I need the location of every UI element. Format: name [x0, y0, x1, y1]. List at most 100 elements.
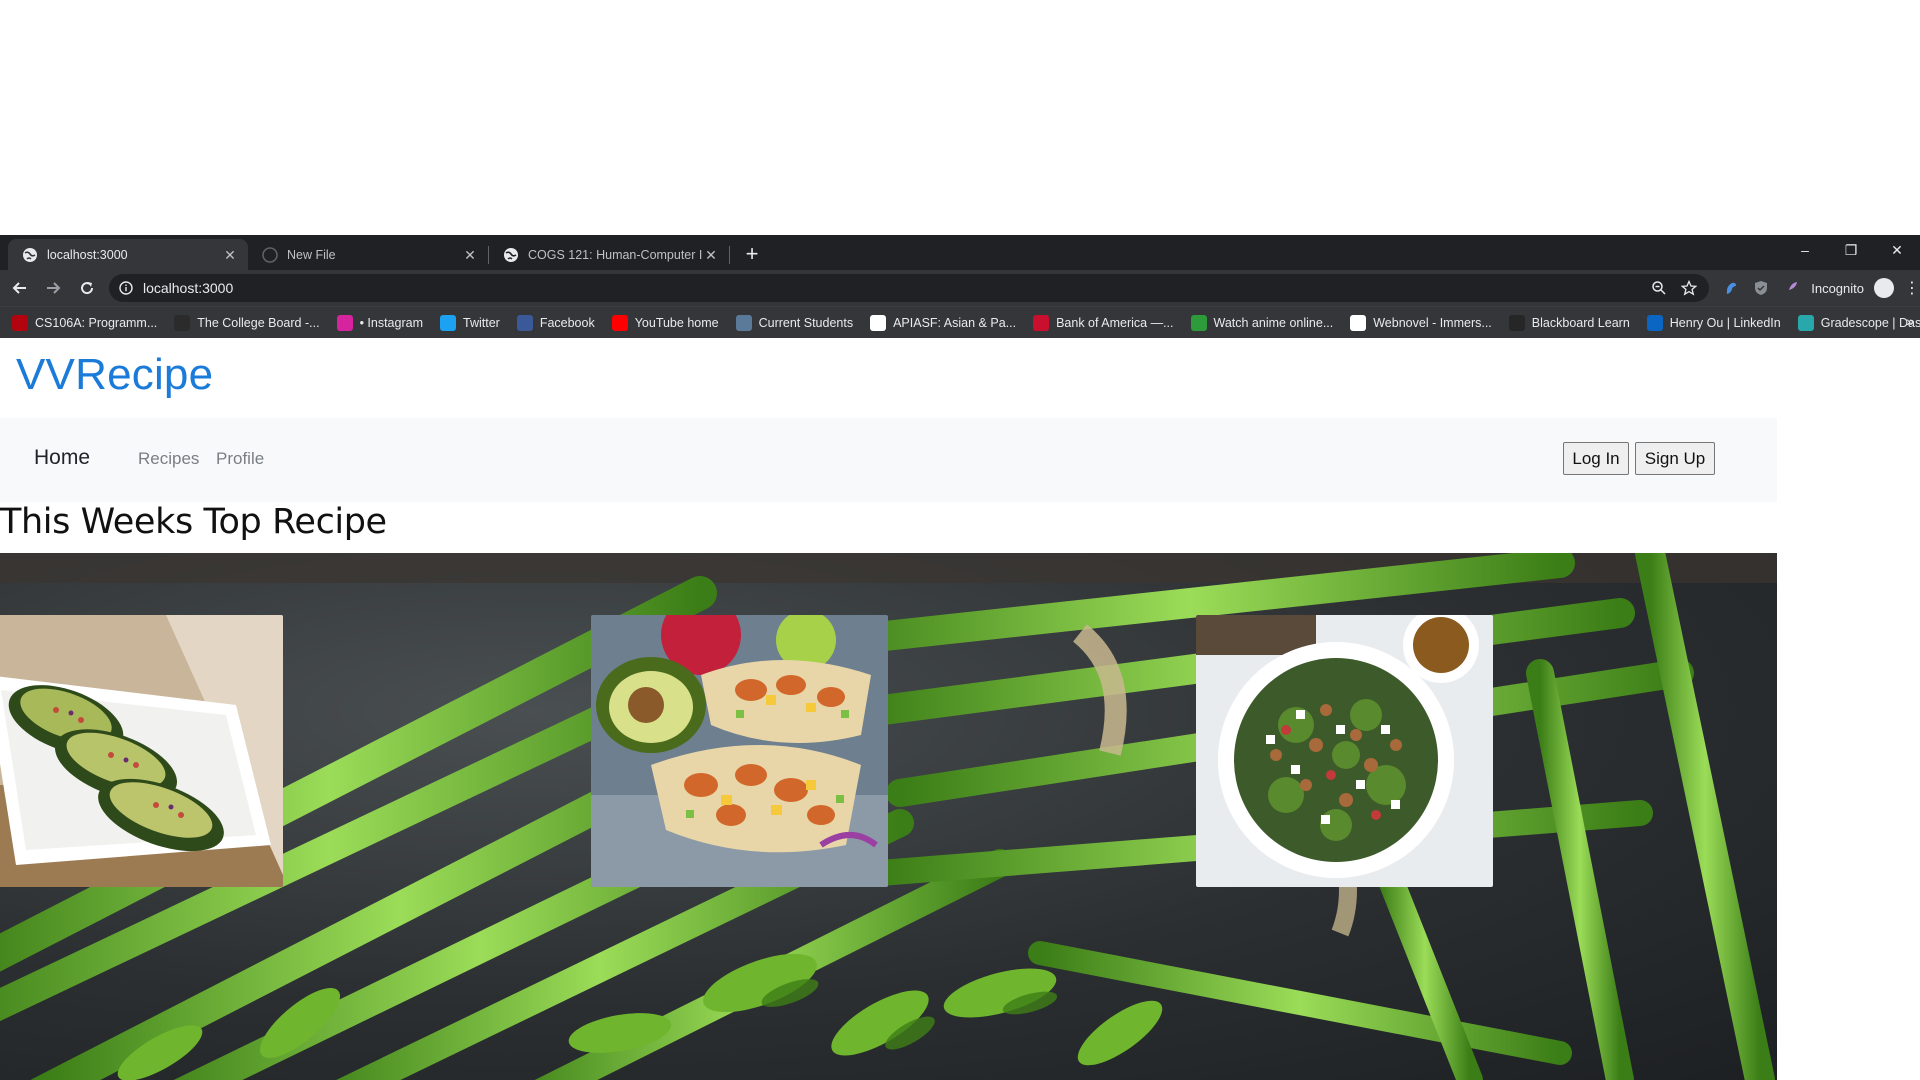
- tab-localhost[interactable]: localhost:3000 ✕: [8, 239, 248, 270]
- bookmark-label: The College Board -...: [197, 315, 320, 330]
- bookmark-item[interactable]: Twitter: [440, 314, 500, 331]
- apiasf-icon: [870, 314, 887, 331]
- recipe-image: [591, 615, 888, 887]
- recipe-card-salad-bowl[interactable]: [1196, 615, 1493, 887]
- bookmark-label: • Instagram: [359, 315, 423, 330]
- star-icon[interactable]: [1681, 280, 1698, 296]
- close-icon[interactable]: ✕: [222, 247, 238, 263]
- tab-strip: localhost:3000 ✕ New File ✕ COGS 121: Hu…: [0, 235, 1920, 270]
- bookmark-item[interactable]: Blackboard Learn: [1508, 314, 1630, 331]
- section-title: This Weeks Top Recipe: [0, 502, 387, 542]
- tab-title: COGS 121: Human-Computer Int: [528, 247, 703, 262]
- shield-icon: [174, 314, 191, 331]
- recipe-card-stuffed-avocado[interactable]: [0, 615, 283, 887]
- feather-icon[interactable]: [1783, 280, 1799, 296]
- address-text: localhost:3000: [142, 280, 234, 296]
- globe-icon: [23, 247, 37, 262]
- twitter-icon: [440, 314, 456, 331]
- bookmark-label: Twitter: [463, 315, 500, 330]
- blackboard-icon: [1508, 314, 1525, 331]
- more-bookmarks-icon[interactable]: »: [1906, 313, 1914, 329]
- incognito-icon: [1874, 278, 1894, 298]
- bookmark-label: APIASF: Asian & Pa...: [893, 315, 1017, 330]
- bookmark-item[interactable]: Current Students: [735, 314, 854, 331]
- bookmark-label: CS106A: Programm...: [35, 315, 158, 330]
- navbar: Home Recipes Profile Log In Sign Up: [0, 418, 1777, 502]
- facebook-icon: [516, 314, 533, 331]
- linkedin-icon: [1646, 314, 1663, 331]
- bookmark-item[interactable]: Watch anime online...: [1190, 314, 1334, 331]
- bookmark-label: Facebook: [539, 315, 595, 330]
- bookmark-label: Gradescope | Dash...: [1820, 315, 1920, 330]
- bookmark-label: Henry Ou | LinkedIn: [1669, 315, 1781, 330]
- bookmark-item[interactable]: The College Board -...: [174, 314, 320, 331]
- recipe-card-shrimp-tacos[interactable]: [591, 615, 888, 887]
- tab-cogs-121[interactable]: COGS 121: Human-Computer Int ✕: [489, 239, 729, 270]
- s-icon: [12, 314, 28, 331]
- github-icon: [262, 246, 278, 263]
- forward-button[interactable]: [40, 274, 68, 302]
- nav-home-link[interactable]: Home: [34, 446, 90, 470]
- bookmark-label: Watch anime online...: [1213, 315, 1334, 330]
- restore-icon[interactable]: ❐: [1828, 235, 1874, 265]
- back-button[interactable]: [6, 274, 34, 302]
- browser-toolbar: localhost:3000 Incognito ⋮: [0, 270, 1920, 306]
- bookmarks-bar: CS106A: Programm... The College Board -..…: [0, 306, 1920, 338]
- bookmark-item[interactable]: Henry Ou | LinkedIn: [1646, 314, 1781, 331]
- bookmark-item[interactable]: • Instagram: [336, 314, 423, 331]
- hero-background-asparagus: [0, 553, 1777, 1080]
- arrow-right-icon: [47, 282, 61, 294]
- globe-icon: [504, 247, 518, 262]
- arrow-left-icon: [12, 282, 26, 294]
- bookmark-item[interactable]: CS106A: Programm...: [12, 314, 158, 331]
- recipe-image: [0, 615, 283, 887]
- tab-title: New File: [287, 247, 336, 262]
- zoom-icon[interactable]: [1651, 280, 1667, 296]
- tab-separator: [729, 245, 730, 264]
- nav-recipes-link[interactable]: Recipes: [138, 449, 199, 469]
- gradescope-icon: [1797, 314, 1814, 331]
- close-icon[interactable]: ✕: [703, 247, 719, 263]
- bookmark-item[interactable]: Facebook: [516, 314, 595, 331]
- browser-chrome: localhost:3000 ✕ New File ✕ COGS 121: Hu…: [0, 235, 1920, 338]
- webnovel-icon: [1350, 314, 1367, 331]
- bookmark-item[interactable]: Webnovel - Immers...: [1350, 314, 1492, 331]
- recipe-image: [1196, 615, 1493, 887]
- tab-title: localhost:3000: [47, 247, 128, 262]
- new-tab-button[interactable]: +: [738, 241, 766, 269]
- close-icon[interactable]: ✕: [462, 247, 478, 263]
- signup-button[interactable]: Sign Up: [1635, 442, 1715, 475]
- bookmark-label: Blackboard Learn: [1531, 315, 1630, 330]
- bookmark-label: Webnovel - Immers...: [1373, 315, 1492, 330]
- info-icon[interactable]: [119, 281, 133, 295]
- bookmark-item[interactable]: APIASF: Asian & Pa...: [870, 314, 1017, 331]
- extension-blue-icon[interactable]: [1723, 280, 1739, 296]
- bookmark-label: YouTube home: [634, 315, 719, 330]
- anime-icon: [1190, 314, 1207, 331]
- address-bar[interactable]: localhost:3000: [108, 274, 1710, 302]
- nav-profile-link[interactable]: Profile: [216, 449, 264, 469]
- bank-of-america-icon: [1033, 314, 1050, 331]
- tab-new-file[interactable]: New File ✕: [248, 239, 488, 270]
- reload-icon: [81, 282, 94, 295]
- login-button[interactable]: Log In: [1563, 442, 1629, 475]
- page-content: VVRecipe Home Recipes Profile Log In Sig…: [0, 338, 1920, 1080]
- extension-icons: [1723, 280, 1799, 296]
- current-students-icon: [735, 314, 752, 331]
- youtube-icon: [611, 314, 628, 331]
- bookmark-item[interactable]: Bank of America —...: [1033, 314, 1174, 331]
- incognito-label: Incognito: [1811, 280, 1864, 296]
- bookmark-item[interactable]: Gradescope | Dash...: [1797, 314, 1920, 331]
- reload-button[interactable]: [73, 274, 101, 302]
- window-controls: – ❐ ✕: [1782, 235, 1920, 265]
- bookmark-label: Current Students: [758, 315, 854, 330]
- minimize-icon[interactable]: –: [1782, 235, 1828, 265]
- instagram-icon: [336, 314, 353, 331]
- bookmark-item[interactable]: YouTube home: [611, 314, 719, 331]
- menu-icon[interactable]: ⋮: [1904, 278, 1920, 298]
- brand-logo[interactable]: VVRecipe: [16, 350, 213, 400]
- shield-extension-icon[interactable]: [1753, 280, 1769, 296]
- close-window-icon[interactable]: ✕: [1874, 235, 1920, 265]
- bookmark-label: Bank of America —...: [1056, 315, 1174, 330]
- incognito-indicator[interactable]: Incognito: [1811, 278, 1894, 298]
